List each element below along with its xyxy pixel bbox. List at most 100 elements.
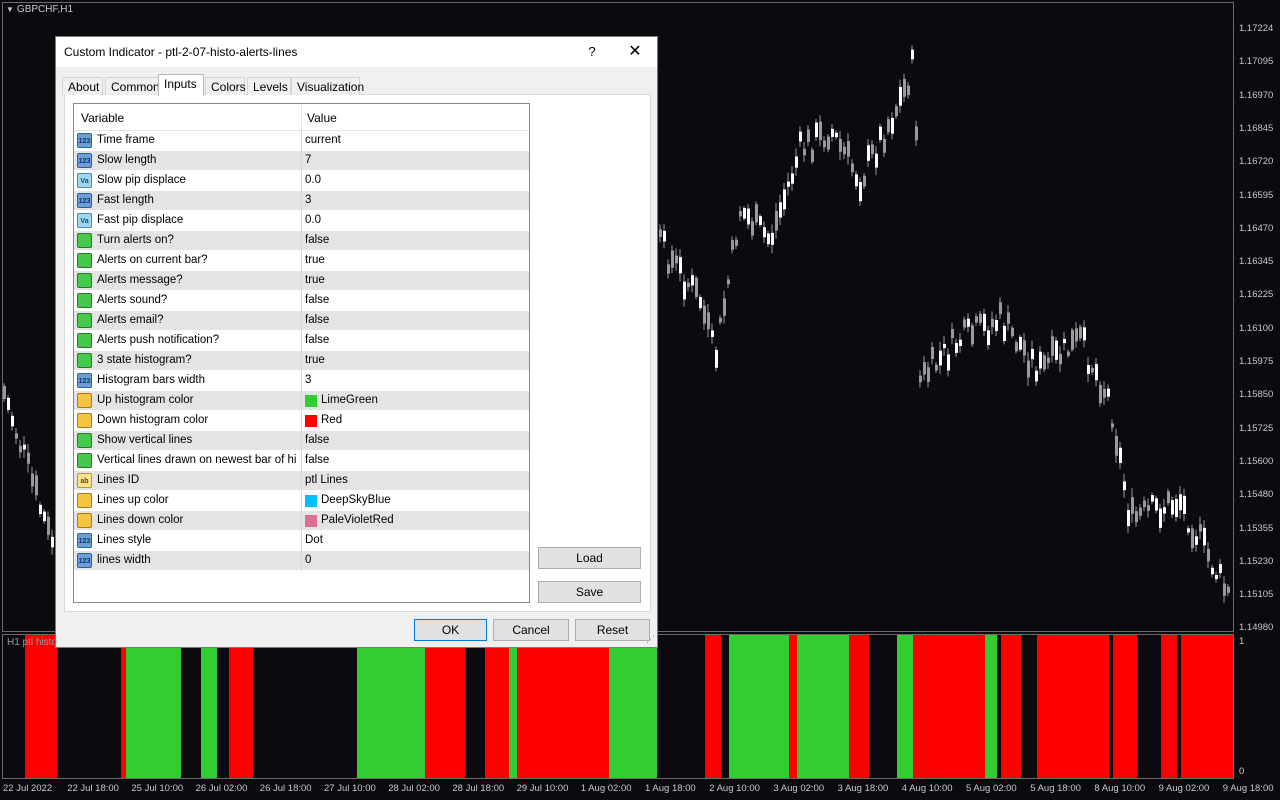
bool-type-icon [77,333,92,348]
symbol-text: GBPCHF,H1 [16,4,74,15]
variable-value[interactable]: false [305,434,329,446]
variable-value[interactable]: false [305,294,329,306]
variable-value[interactable]: true [305,254,325,266]
variable-value[interactable]: 7 [305,154,311,166]
variable-value[interactable]: 3 [305,194,311,206]
variable-value[interactable]: false [305,334,329,346]
table-row[interactable]: 123 Lines style Dot [74,531,529,551]
close-icon[interactable]: ✕ [622,41,648,63]
str-type-icon: ab [77,473,92,488]
color-swatch[interactable] [305,495,317,507]
time-tick-label: 5 Aug 02:00 [966,783,1017,794]
cell-divider [301,411,302,431]
tab-inputs[interactable]: Inputs [158,74,204,96]
table-row[interactable]: Lines down color PaleVioletRed [74,511,529,531]
table-row[interactable]: Va Fast pip displace 0.0 [74,211,529,231]
value-column-header[interactable]: Value [307,111,337,125]
variable-value[interactable]: DeepSkyBlue [321,494,391,506]
variable-value[interactable]: current [305,134,341,146]
price-tick-label: 1.16225 [1239,289,1274,301]
table-row[interactable]: Va Slow pip displace 0.0 [74,171,529,191]
variable-value[interactable]: Red [321,414,342,426]
histogram-bar [705,635,721,778]
cancel-button[interactable]: Cancel [493,619,569,641]
variable-value[interactable]: 0.0 [305,214,321,226]
table-row[interactable]: Alerts message? true [74,271,529,291]
variable-value[interactable]: Dot [305,534,323,546]
table-row[interactable]: 123 Time frame current [74,131,529,151]
time-tick-label: 4 Aug 10:00 [901,783,953,794]
tab-visualization[interactable]: Visualization [291,77,364,95]
load-button[interactable]: Load [538,547,641,569]
table-row[interactable]: 123 Fast length 3 [74,191,529,211]
price-tick-label: 1.15355 [1239,522,1274,534]
variable-value[interactable]: LimeGreen [321,394,378,406]
variable-column-header[interactable]: Variable [81,111,124,125]
histogram-bar [485,635,509,778]
table-row[interactable]: 123 Histogram bars width 3 [74,371,529,391]
variable-value[interactable]: false [305,234,329,246]
cell-divider [301,371,302,391]
color-swatch[interactable] [305,515,317,527]
histogram-bar [1113,635,1137,778]
time-tick-label: 28 Jul 18:00 [452,783,505,794]
price-tick-label: 1.15600 [1239,455,1274,467]
table-row[interactable]: Down histogram color Red [74,411,529,431]
price-tick-label: 1.16720 [1239,156,1274,168]
int-type-icon: 123 [77,533,92,548]
variable-name: Show vertical lines [97,434,193,446]
price-tick-label: 1.16345 [1239,256,1274,268]
variable-value[interactable]: true [305,354,325,366]
indicator-tick-label: 1 [1239,636,1245,647]
bool-type-icon [77,253,92,268]
reset-button[interactable]: Reset [575,619,650,641]
color-swatch[interactable] [305,415,317,427]
table-row[interactable]: 3 state histogram? true [74,351,529,371]
cell-divider [301,551,302,571]
color-type-icon [77,413,92,428]
help-button[interactable]: ? [581,41,603,63]
table-row[interactable]: Up histogram color LimeGreen [74,391,529,411]
histogram-bar [425,635,465,778]
table-row[interactable]: Alerts email? false [74,311,529,331]
variable-value[interactable]: false [305,454,329,466]
resize-grip-icon[interactable]: ⋰ [646,634,655,645]
color-type-icon [77,393,92,408]
tab-about[interactable]: About [62,77,103,95]
table-row[interactable]: Alerts sound? false [74,291,529,311]
table-row[interactable]: Vertical lines drawn on newest bar of hi… [74,451,529,471]
table-row[interactable]: 123 lines width 0 [74,551,529,571]
table-row[interactable]: Lines up color DeepSkyBlue [74,491,529,511]
table-row[interactable]: Alerts on current bar? true [74,251,529,271]
variable-value[interactable]: ptl Lines [305,474,348,486]
dialog-titlebar[interactable]: Custom Indicator - ptl-2-07-histo-alerts… [56,37,657,67]
variable-value[interactable]: 3 [305,374,311,386]
price-tick-label: 1.16970 [1239,89,1274,101]
save-button[interactable]: Save [538,581,641,603]
variable-name: Alerts message? [97,274,183,286]
table-row[interactable]: Show vertical lines false [74,431,529,451]
variable-value[interactable]: true [305,274,325,286]
table-row[interactable]: Alerts push notification? false [74,331,529,351]
table-row[interactable]: 123 Slow length 7 [74,151,529,171]
ok-button[interactable]: OK [414,619,487,641]
table-row[interactable]: Turn alerts on? false [74,231,529,251]
cell-divider [301,331,302,351]
variable-name: Lines style [97,534,152,546]
variable-value[interactable]: false [305,314,329,326]
bool-type-icon [77,453,92,468]
tab-levels[interactable]: Levels [247,77,291,95]
table-row[interactable]: ab Lines ID ptl Lines [74,471,529,491]
indicator-label: H1 ptl histo [7,637,58,648]
tab-common[interactable]: Common [105,77,160,95]
variable-name: Slow pip displace [97,174,186,186]
variable-value[interactable]: 0 [305,554,311,566]
column-divider[interactable] [301,104,302,130]
int-type-icon: 123 [77,193,92,208]
variable-value[interactable]: 0.0 [305,174,321,186]
color-swatch[interactable] [305,395,317,407]
tab-colors[interactable]: Colors [205,77,246,95]
inputs-grid[interactable]: Variable Value 123 Time frame current 123 Sl… [73,103,530,603]
cell-divider [301,291,302,311]
variable-value[interactable]: PaleVioletRed [321,514,394,526]
